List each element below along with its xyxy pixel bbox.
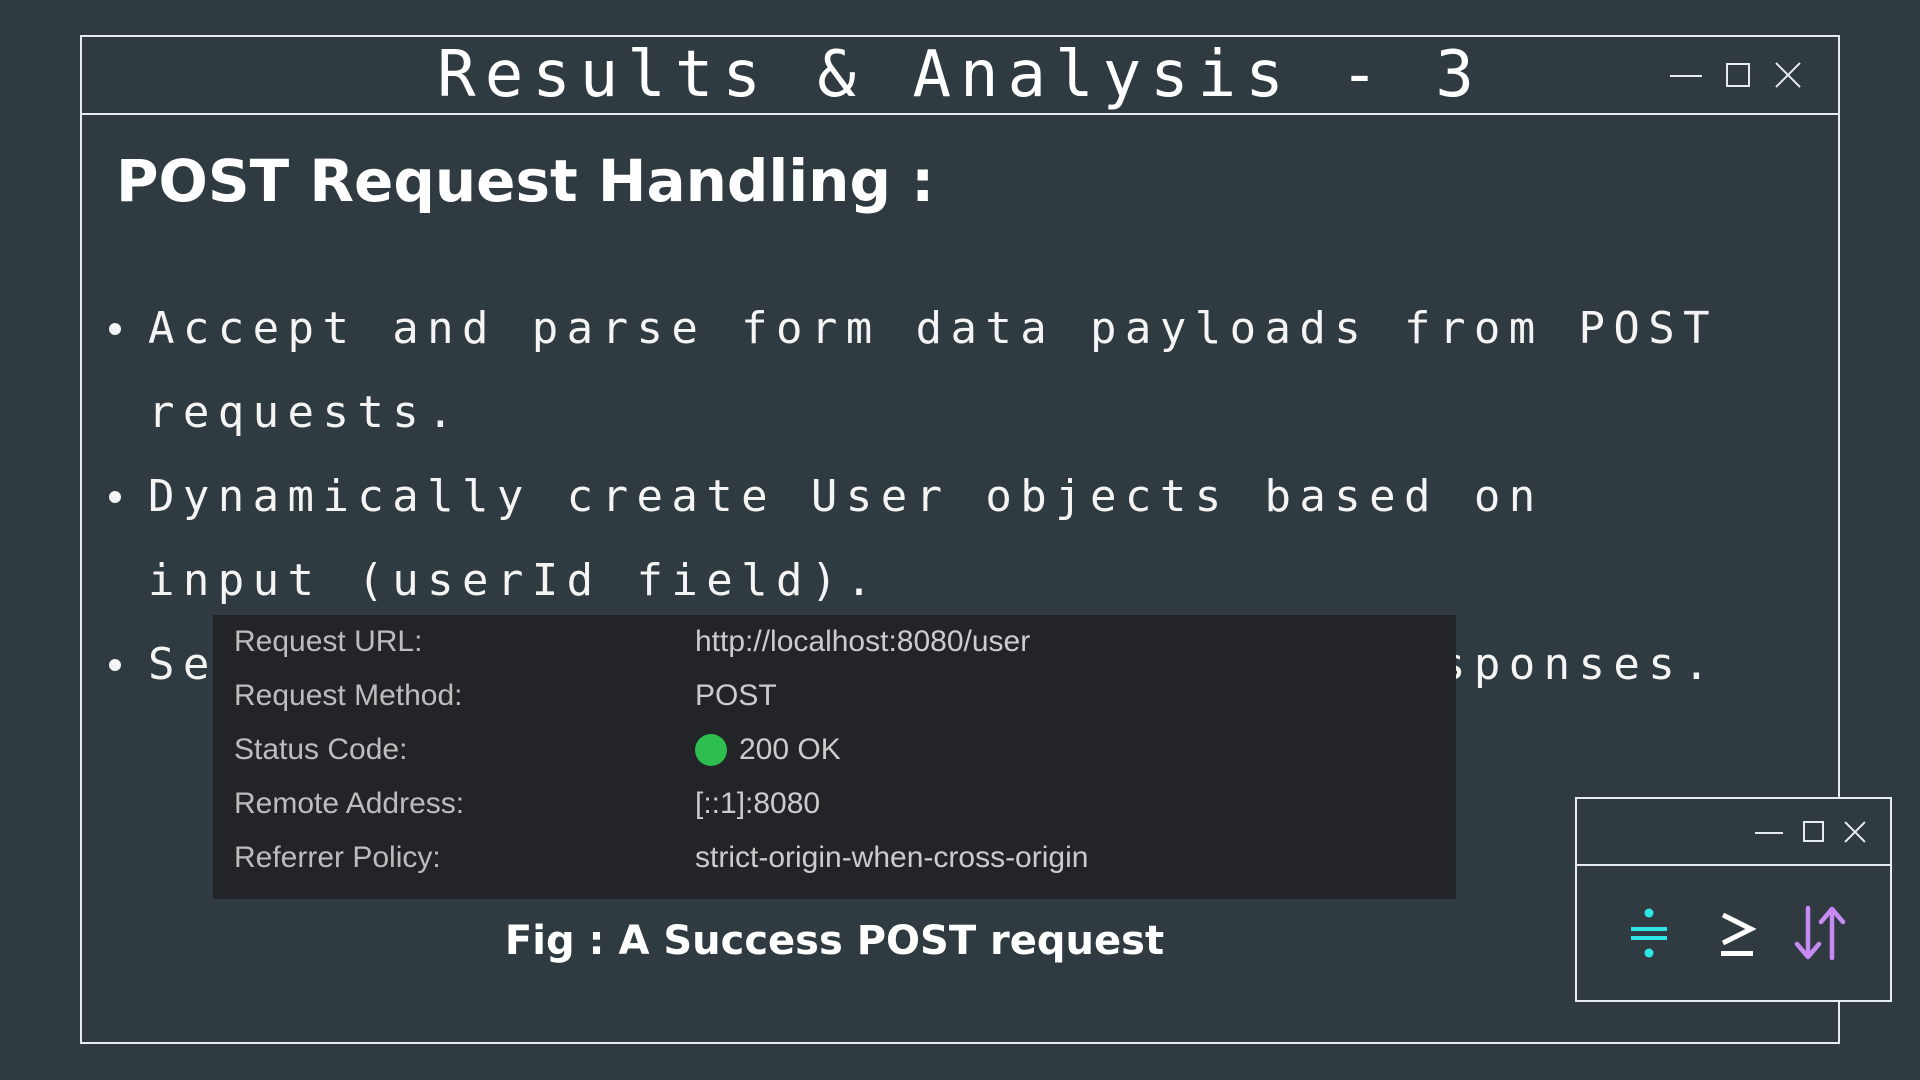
detail-row: Request URL: http://localhost:8080/user: [213, 615, 1456, 669]
detail-row: Remote Address: [::1]:8080: [213, 777, 1456, 831]
maximize-icon[interactable]: [1726, 63, 1750, 87]
bullet-dot-icon: [109, 491, 121, 503]
title-bar: Results & Analysis - 3: [82, 37, 1838, 115]
bullet-dot-icon: [109, 323, 121, 335]
detail-value: POST: [695, 679, 777, 712]
detail-label: Referrer Policy:: [234, 841, 441, 874]
section-heading: POST Request Handling :: [116, 147, 935, 215]
detail-value: http://localhost:8080/user: [695, 625, 1031, 658]
detail-row: Status Code: 200 OK: [213, 723, 1456, 777]
sort-arrows-icon: [1787, 866, 1853, 1000]
divide-equals-icon: [1619, 866, 1679, 1000]
close-icon[interactable]: [1774, 61, 1802, 89]
mini-window: [1575, 797, 1892, 1002]
detail-value: strict-origin-when-cross-origin: [695, 841, 1089, 874]
status-dot-icon: [695, 734, 727, 766]
mini-window-controls: [1755, 799, 1866, 864]
bullet-text: Dynamically create User objects based on…: [148, 471, 1544, 606]
detail-label: Request URL:: [234, 625, 423, 658]
request-details-screenshot: Request URL: http://localhost:8080/user …: [213, 615, 1456, 899]
detail-row: Request Method: POST: [213, 669, 1456, 723]
bullet-dot-icon: [109, 659, 121, 671]
maximize-icon[interactable]: [1803, 821, 1824, 842]
window-controls: [1670, 37, 1802, 113]
minimize-icon[interactable]: [1755, 819, 1783, 845]
minimize-icon[interactable]: [1670, 62, 1702, 88]
greater-equal-icon: [1707, 866, 1767, 1000]
detail-label: Request Method:: [234, 679, 463, 712]
bullet-text: Accept and parse form data payloads from…: [148, 303, 1719, 438]
detail-row: Referrer Policy: strict-origin-when-cros…: [213, 831, 1456, 885]
detail-label: Status Code:: [234, 733, 408, 766]
mini-icon-row: [1577, 866, 1890, 1000]
window-title: Results & Analysis - 3: [437, 38, 1483, 112]
mini-title-bar: [1577, 799, 1890, 866]
detail-value: [::1]:8080: [695, 787, 821, 820]
close-icon[interactable]: [1844, 821, 1866, 843]
bullet-item: Accept and parse form data payloads from…: [102, 287, 1802, 455]
detail-value: 200 OK: [695, 723, 841, 777]
status-code-text: 200 OK: [739, 733, 841, 766]
bullet-item: Dynamically create User objects based on…: [102, 455, 1802, 623]
detail-label: Remote Address:: [234, 787, 465, 820]
figure-caption: Fig : A Success POST request: [504, 918, 1165, 964]
